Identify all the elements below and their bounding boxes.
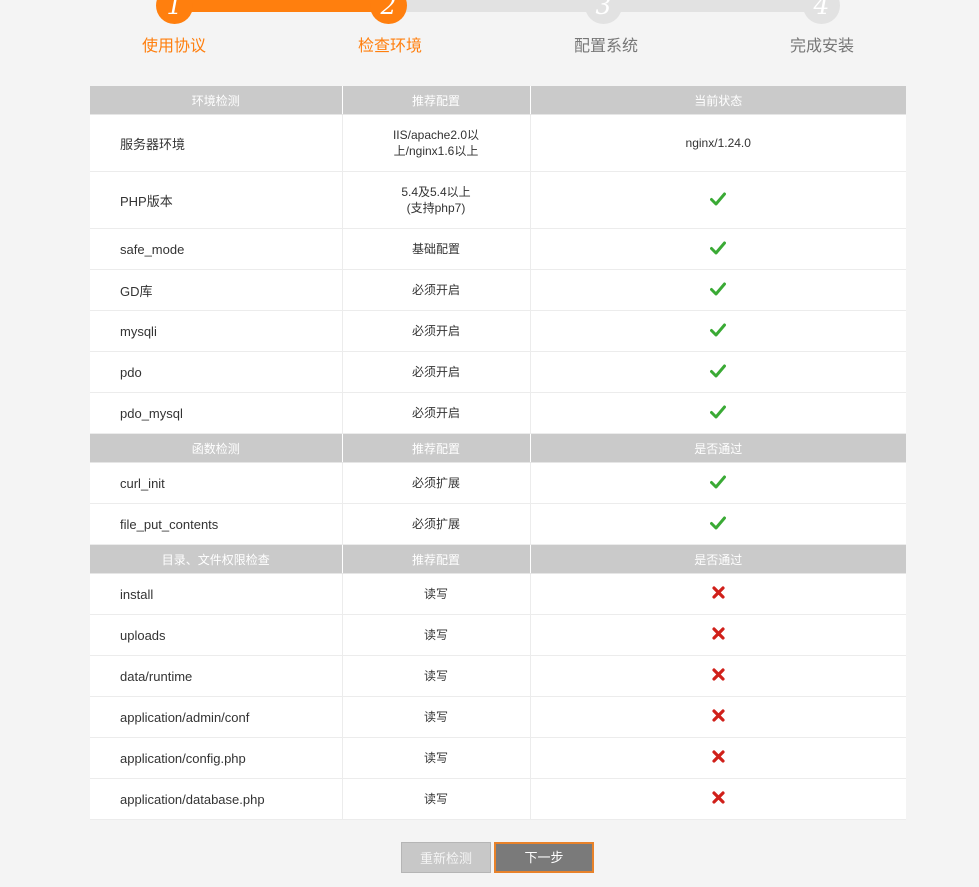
row-name: 服务器环境: [90, 114, 343, 172]
check-icon: [710, 192, 727, 209]
table-row: application/admin/conf 读写: [90, 696, 906, 738]
table-row: uploads 读写: [90, 614, 906, 656]
next-step-button[interactable]: 下一步: [494, 842, 594, 873]
cross-icon: [712, 586, 725, 602]
row-recommended: 必须开启: [342, 392, 531, 434]
environment-check-table: 环境检测 推荐配置 当前状态 服务器环境 IIS/apache2.0以 上/ng…: [90, 86, 906, 820]
row-recommended: 必须扩展: [342, 462, 531, 504]
header-env-check: 环境检测: [90, 86, 343, 115]
header-func-check: 函数检测: [90, 433, 343, 463]
table-row: mysqli 必须开启: [90, 310, 906, 352]
row-name: application/config.php: [90, 737, 343, 779]
row-recommended: 读写: [342, 696, 531, 738]
check-icon: [710, 323, 727, 340]
dir-section-header: 目录、文件权限检查 推荐配置 是否通过: [90, 544, 906, 574]
row-recommended: 读写: [342, 778, 531, 820]
cross-icon: [712, 709, 725, 725]
header-current-status: 当前状态: [530, 86, 906, 115]
row-name: pdo: [90, 351, 343, 393]
row-recommended: 读写: [342, 655, 531, 697]
row-recommended: IIS/apache2.0以 上/nginx1.6以上: [392, 128, 480, 158]
row-recommended: 必须开启: [342, 310, 531, 352]
func-section-header: 函数检测 推荐配置 是否通过: [90, 433, 906, 463]
row-name: application/admin/conf: [90, 696, 343, 738]
row-name: data/runtime: [90, 655, 343, 697]
table-row: PHP版本 5.4及5.4以上 (支持php7): [90, 171, 906, 229]
step-1-label: 使用协议: [141, 38, 206, 55]
recheck-button[interactable]: 重新检测: [401, 842, 491, 873]
check-icon: [710, 405, 727, 422]
install-progress: 1 2 3 4 使用协议 检查环境 配置系统 完成安装: [0, 0, 979, 62]
cross-icon: [712, 668, 725, 684]
row-name: file_put_contents: [90, 503, 343, 545]
step-3-circle: 3: [585, 0, 622, 24]
step-2-circle: 2: [370, 0, 407, 24]
row-recommended: 必须开启: [342, 351, 531, 393]
table-row: data/runtime 读写: [90, 655, 906, 697]
header-recommended: 推荐配置: [342, 86, 531, 115]
install-page: 1 2 3 4 使用协议 检查环境 配置系统 完成安装 环境检测 推荐配置 当前…: [0, 0, 979, 887]
row-status-text: nginx/1.24.0: [530, 114, 906, 172]
header-recommended: 推荐配置: [342, 433, 531, 463]
row-recommended: 5.4及5.4以上 (支持php7): [401, 185, 471, 215]
table-row: file_put_contents 必须扩展: [90, 503, 906, 545]
row-name: PHP版本: [90, 171, 343, 229]
step-2-label: 检查环境: [357, 38, 422, 55]
row-name: install: [90, 573, 343, 615]
table-row: curl_init 必须扩展: [90, 462, 906, 504]
check-icon: [710, 475, 727, 492]
table-row: pdo_mysql 必须开启: [90, 392, 906, 434]
row-recommended: 读写: [342, 573, 531, 615]
check-icon: [710, 516, 727, 533]
row-name: mysqli: [90, 310, 343, 352]
table-row: pdo 必须开启: [90, 351, 906, 393]
step-4-circle: 4: [803, 0, 840, 24]
row-name: safe_mode: [90, 228, 343, 270]
check-icon: [710, 282, 727, 299]
header-passed: 是否通过: [530, 433, 906, 463]
header-recommended: 推荐配置: [342, 544, 531, 574]
row-name: pdo_mysql: [90, 392, 343, 434]
table-row: GD库 必须开启: [90, 269, 906, 311]
step-1-circle: 1: [156, 0, 193, 24]
table-row: application/database.php 读写: [90, 778, 906, 820]
cross-icon: [712, 627, 725, 643]
header-dir-check: 目录、文件权限检查: [90, 544, 343, 574]
table-row: safe_mode 基础配置: [90, 228, 906, 270]
table-row: application/config.php 读写: [90, 737, 906, 779]
row-recommended: 基础配置: [342, 228, 531, 270]
row-name: GD库: [90, 269, 343, 311]
step-4-label: 完成安装: [789, 38, 854, 55]
cross-icon: [712, 750, 725, 766]
env-section-header: 环境检测 推荐配置 当前状态: [90, 86, 906, 115]
check-icon: [710, 241, 727, 258]
row-recommended: 必须扩展: [342, 503, 531, 545]
row-recommended: 必须开启: [342, 269, 531, 311]
header-passed: 是否通过: [530, 544, 906, 574]
row-name: uploads: [90, 614, 343, 656]
cross-icon: [712, 791, 725, 807]
row-recommended: 读写: [342, 737, 531, 779]
table-row: install 读写: [90, 573, 906, 615]
row-name: application/database.php: [90, 778, 343, 820]
progress-track-completed: [175, 0, 389, 12]
step-3-label: 配置系统: [573, 38, 638, 55]
table-row: 服务器环境 IIS/apache2.0以 上/nginx1.6以上 nginx/…: [90, 114, 906, 172]
row-recommended: 读写: [342, 614, 531, 656]
row-name: curl_init: [90, 462, 343, 504]
check-icon: [710, 364, 727, 381]
